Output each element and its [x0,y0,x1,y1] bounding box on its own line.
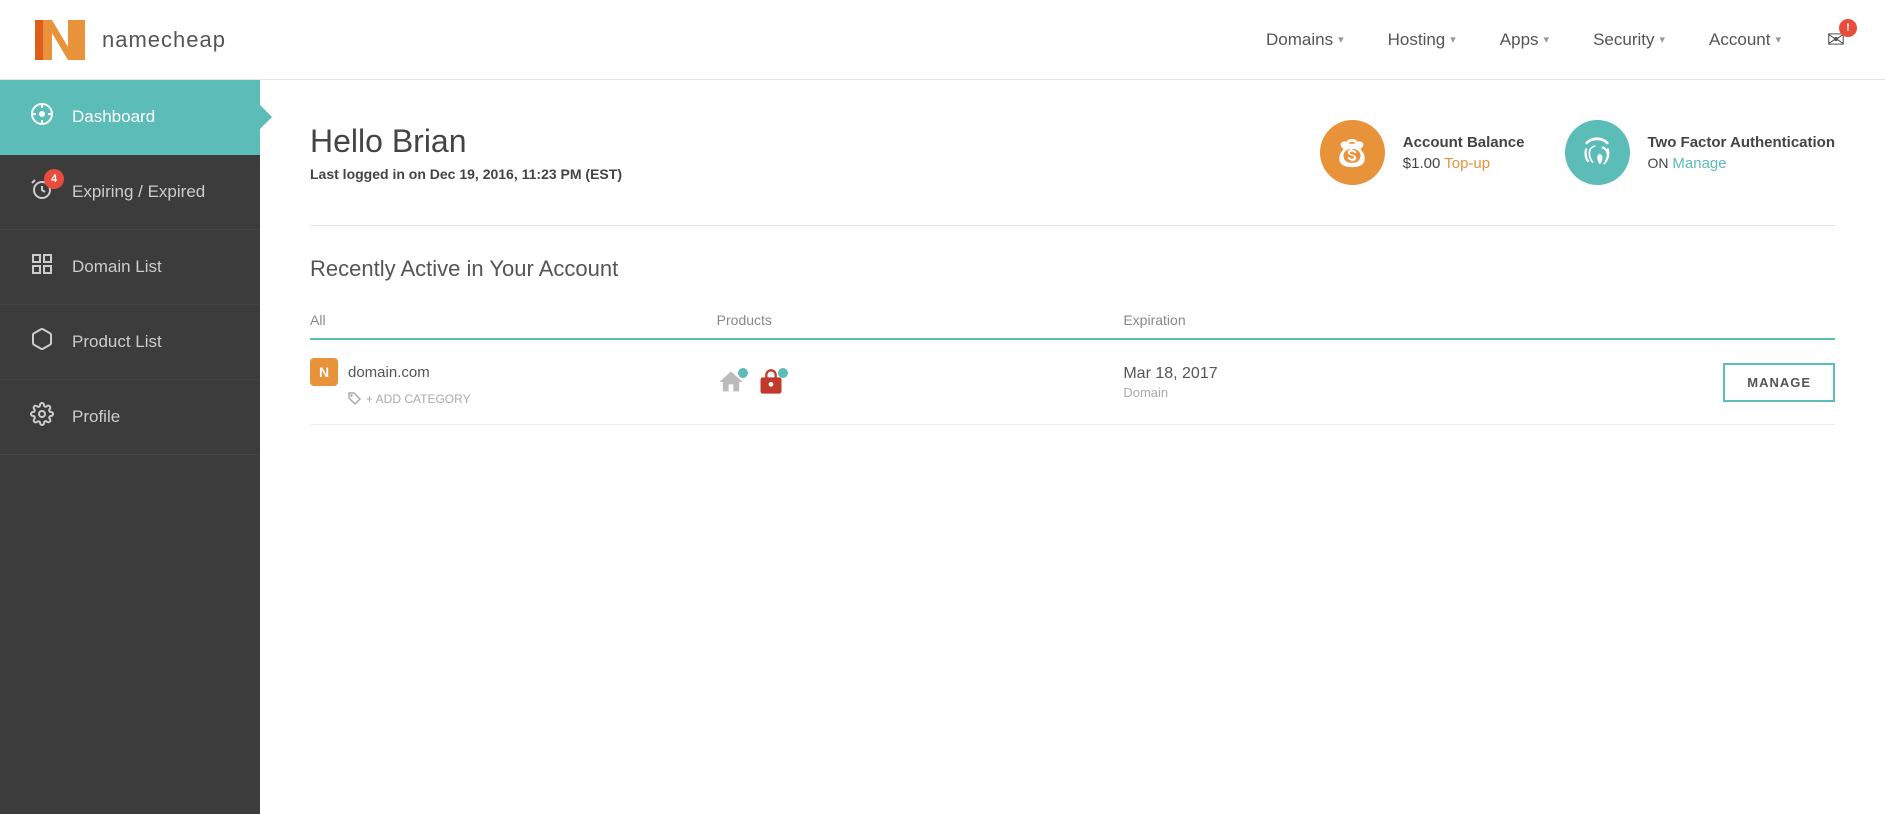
product-dot [738,368,748,378]
chevron-down-icon: ▾ [1450,33,1456,46]
chevron-down-icon: ▾ [1544,33,1550,46]
balance-widget: Account Balance $1.00 Top-up [1320,120,1525,185]
domain-name-row: N domain.com [310,358,717,386]
two-factor-info: Two Factor Authentication ON Manage [1648,134,1836,172]
domain-favicon: N [310,358,338,386]
sidebar-label-domain-list: Domain List [72,257,162,277]
two-factor-status: ON [1648,155,1669,171]
col-products-header: Products [717,312,1124,328]
main-layout: Dashboard 4 Expiring / Expired Domain Li… [0,80,1885,814]
action-col: MANAGE [1530,363,1835,402]
expiring-badge: 4 [44,169,64,189]
main-content: Hello Brian Last logged in on Dec 19, 20… [260,80,1885,814]
balance-info: Account Balance $1.00 Top-up [1403,134,1525,172]
nav-item-domains[interactable]: Domains ▾ [1248,20,1362,60]
col-expiration-header: Expiration [1123,312,1530,328]
product-dot-2 [778,368,788,378]
sidebar-item-profile[interactable]: Profile [0,380,260,455]
tag-icon [348,392,362,406]
table-row: N domain.com + ADD CATEGORY [310,340,1835,425]
top-nav: namecheap Domains ▾ Hosting ▾ Apps ▾ Sec… [0,0,1885,80]
sidebar-item-expiring[interactable]: 4 Expiring / Expired [0,155,260,230]
exp-type: Domain [1123,385,1530,400]
two-factor-icon [1565,120,1630,185]
balance-label: Account Balance [1403,134,1525,151]
expiration-col: Mar 18, 2017 Domain [1123,365,1530,400]
sidebar-label-profile: Profile [72,407,120,427]
recently-active-section: Recently Active in Your Account All Prod… [310,256,1835,425]
domain-name: domain.com [348,364,430,381]
exp-date: Mar 18, 2017 [1123,365,1530,383]
sidebar-label-product-list: Product List [72,332,162,352]
products-col [717,368,1124,396]
hello-section: Hello Brian Last logged in on Dec 19, 20… [310,120,1835,185]
last-login-text: Last logged in on Dec 19, 2016, 11:23 PM… [310,166,622,182]
mail-badge: ! [1839,19,1857,37]
domain-list-icon [28,252,56,282]
hello-text: Hello Brian Last logged in on Dec 19, 20… [310,123,622,182]
nav-item-security[interactable]: Security ▾ [1575,20,1683,60]
topup-link[interactable]: Top-up [1444,155,1490,172]
balance-icon [1320,120,1385,185]
nav-item-hosting[interactable]: Hosting ▾ [1370,20,1474,60]
product-list-icon [28,327,56,357]
hosting-product-icon [717,368,745,396]
nav-item-account[interactable]: Account ▾ [1691,20,1799,60]
table-header: All Products Expiration [310,302,1835,340]
sidebar-label-expiring: Expiring / Expired [72,182,205,202]
balance-amount: $1.00 [1403,155,1441,172]
chevron-down-icon: ▾ [1660,33,1666,46]
domain-info: N domain.com + ADD CATEGORY [310,358,717,406]
chevron-down-icon: ▾ [1775,33,1781,46]
two-factor-widget: Two Factor Authentication ON Manage [1565,120,1836,185]
manage-button[interactable]: MANAGE [1723,363,1835,402]
sidebar: Dashboard 4 Expiring / Expired Domain Li… [0,80,260,814]
sidebar-item-domain-list[interactable]: Domain List [0,230,260,305]
divider [310,225,1835,226]
nav-item-apps[interactable]: Apps ▾ [1482,20,1567,60]
sidebar-item-product-list[interactable]: Product List [0,305,260,380]
add-category[interactable]: + ADD CATEGORY [348,392,717,406]
mail-button[interactable]: ✉ ! [1817,21,1855,59]
manage-two-factor-link[interactable]: Manage [1672,155,1726,172]
logo-icon [30,15,90,65]
sidebar-item-dashboard[interactable]: Dashboard [0,80,260,155]
two-factor-label: Two Factor Authentication [1648,134,1836,151]
logo-text: namecheap [102,27,226,53]
section-title: Recently Active in Your Account [310,256,1835,282]
col-all-header: All [310,312,717,328]
nav-links: Domains ▾ Hosting ▾ Apps ▾ Security ▾ Ac… [1248,20,1855,60]
account-widgets: Account Balance $1.00 Top-up [1320,120,1835,185]
profile-icon [28,402,56,432]
sidebar-label-dashboard: Dashboard [72,107,155,127]
logo-area: namecheap [30,15,226,65]
greeting-text: Hello Brian [310,123,622,160]
dashboard-icon [28,102,56,132]
ssl-product-icon [757,368,785,396]
chevron-down-icon: ▾ [1338,33,1344,46]
